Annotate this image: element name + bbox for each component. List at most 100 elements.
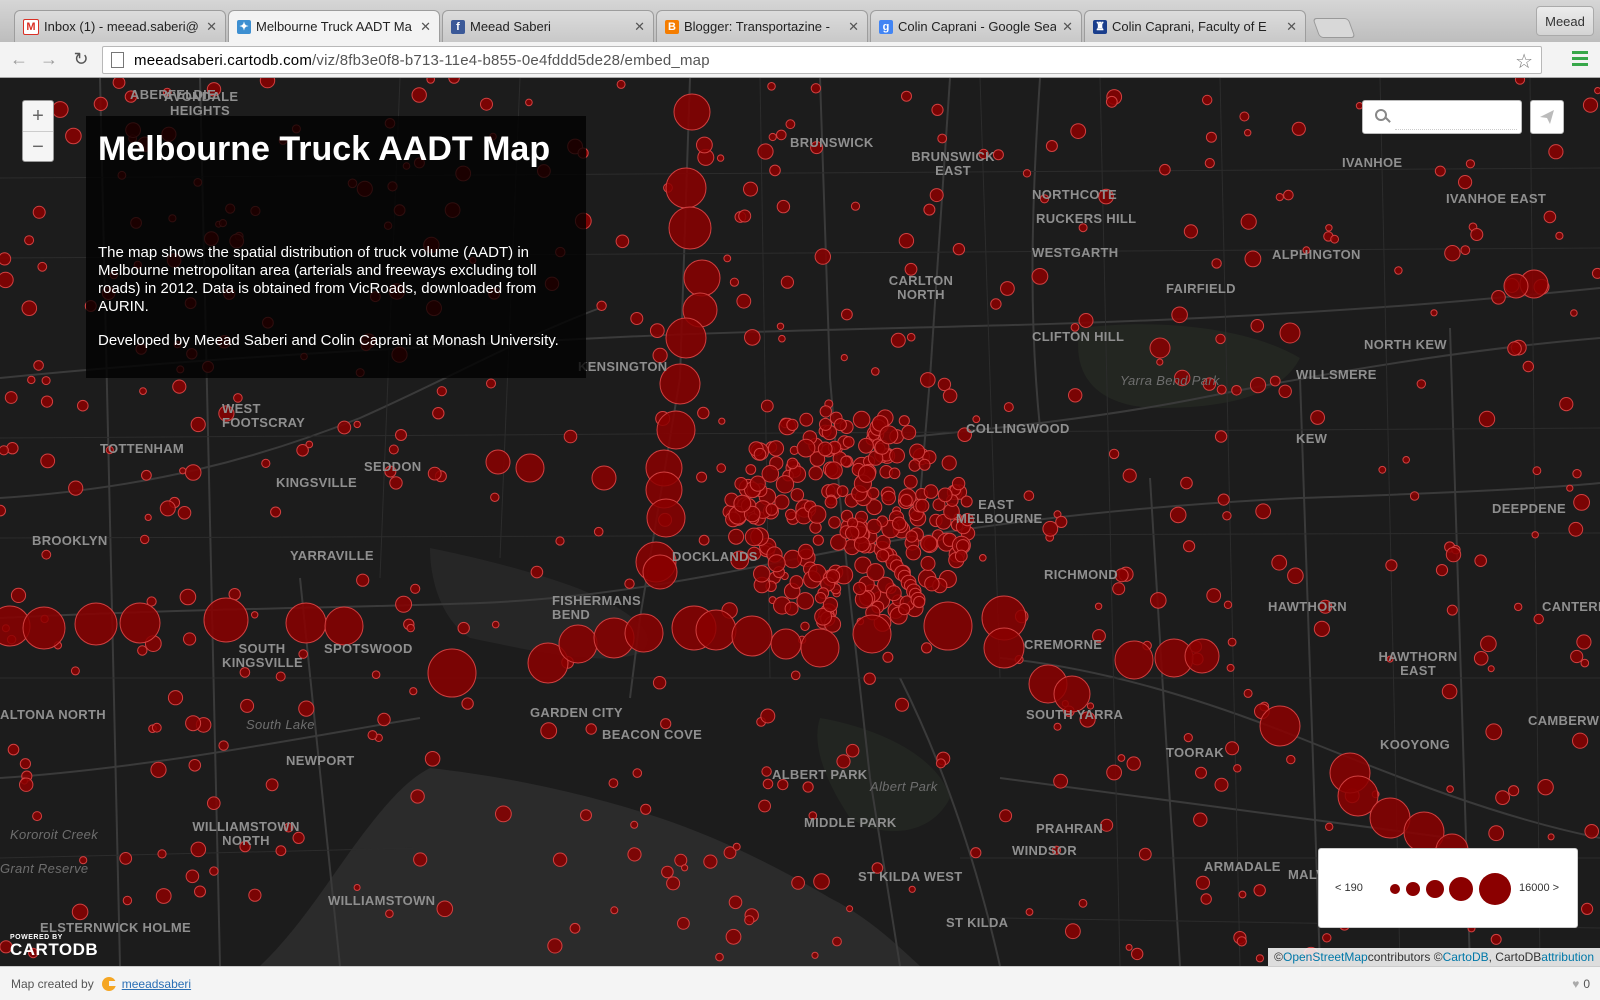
aadt-bubble[interactable] [1434,165,1446,177]
aadt-bubble[interactable] [770,628,802,660]
aadt-bubble[interactable] [920,556,936,571]
aadt-bubble[interactable] [1402,456,1410,464]
aadt-bubble[interactable] [1243,688,1253,698]
aadt-bubble[interactable] [1582,97,1599,113]
aadt-bubble[interactable] [898,415,910,427]
aadt-bubble[interactable] [1225,741,1240,756]
aadt-bubble[interactable] [427,648,477,698]
aadt-bubble[interactable] [909,443,926,460]
zoom-out-button[interactable]: − [23,131,53,162]
aadt-bubble[interactable] [356,573,370,587]
aadt-bubble[interactable] [1244,250,1262,268]
aadt-bubble[interactable] [731,615,773,657]
aadt-bubble[interactable] [285,602,327,644]
aadt-bubble[interactable] [845,743,860,758]
aadt-bubble[interactable] [188,759,202,772]
aadt-bubble[interactable] [785,508,797,521]
aadt-bubble[interactable] [1184,638,1220,674]
aadt-bubble[interactable] [744,329,761,346]
aadt-bubble[interactable] [137,645,148,656]
aadt-bubble[interactable] [1478,410,1496,428]
aadt-bubble[interactable] [624,578,635,589]
aadt-bubble[interactable] [1233,764,1242,773]
aadt-bubble[interactable] [743,181,758,197]
aadt-bubble[interactable] [155,888,172,904]
aadt-bubble[interactable] [814,248,831,265]
aadt-bubble[interactable] [540,722,558,740]
aadt-bubble[interactable] [767,82,776,91]
aadt-bubble[interactable] [797,543,814,560]
aadt-bubble[interactable] [769,164,781,177]
aadt-bubble[interactable] [1183,540,1196,553]
aadt-bubble[interactable] [888,467,901,480]
aadt-bubble[interactable] [767,440,785,457]
aadt-bubble[interactable] [140,534,150,545]
aadt-bubble[interactable] [1042,520,1059,537]
aadt-bubble[interactable] [728,895,743,910]
aadt-bubble[interactable] [723,254,732,263]
aadt-bubble[interactable] [1531,531,1539,539]
aadt-bubble[interactable] [1070,123,1087,139]
aadt-bubble[interactable] [728,528,745,545]
aadt-bubble[interactable] [1112,582,1126,596]
aadt-bubble[interactable] [385,909,394,919]
tab-cartodb[interactable]: ✦ Melbourne Truck AADT Ma ✕ [228,10,440,42]
aadt-bubble[interactable] [920,372,936,388]
aadt-bubble[interactable] [1214,430,1228,443]
aadt-bubble[interactable] [1271,554,1288,571]
aadt-bubble[interactable] [1078,313,1094,328]
aadt-bubble[interactable] [1573,494,1590,511]
aadt-bubble[interactable] [1488,825,1505,842]
aadt-bubble[interactable] [824,495,838,509]
aadt-bubble[interactable] [903,474,918,489]
aadt-bubble[interactable] [150,761,167,778]
aadt-bubble[interactable] [21,300,38,316]
aadt-bubble[interactable] [952,243,966,256]
aadt-bubble[interactable] [1065,923,1081,940]
tab-facebook[interactable]: f Meead Saberi ✕ [442,10,654,42]
aadt-bubble[interactable] [1022,169,1032,178]
aadt-bubble[interactable] [261,458,271,468]
aadt-bubble[interactable] [1068,388,1083,403]
aadt-bubble[interactable] [1253,884,1266,897]
aadt-bubble[interactable] [1244,129,1252,137]
aadt-bubble[interactable] [1394,266,1403,275]
aadt-bubble[interactable] [1105,95,1118,108]
aadt-bubble[interactable] [1474,554,1487,568]
aadt-bubble[interactable] [410,583,421,594]
aadt-bubble[interactable] [1470,228,1484,241]
aadt-bubble[interactable] [41,376,51,386]
aadt-bubble[interactable] [218,740,229,751]
aadt-bubble[interactable] [1416,379,1427,389]
aadt-bubble[interactable] [890,332,906,348]
aadt-bubble[interactable] [935,758,946,769]
aadt-bubble[interactable] [0,271,14,289]
aadt-bubble[interactable] [807,505,827,524]
share-button[interactable] [1530,100,1564,134]
aadt-bubble[interactable] [744,915,755,926]
aadt-bubble[interactable] [547,938,563,954]
aadt-bubble[interactable] [424,751,441,767]
aadt-bubble[interactable] [1441,683,1458,700]
aadt-bubble[interactable] [786,457,799,470]
aadt-bubble[interactable] [1287,567,1304,585]
aadt-bubble[interactable] [954,549,968,563]
aadt-bubble[interactable] [259,78,276,89]
hamburger-menu-icon[interactable] [1572,51,1588,67]
aadt-bubble[interactable] [413,852,428,867]
aadt-bubble[interactable] [908,885,916,893]
aadt-bubble[interactable] [27,375,36,385]
aadt-bubble[interactable] [1460,245,1471,256]
aadt-bubble[interactable] [753,447,767,461]
aadt-bubble[interactable] [871,367,880,376]
aadt-bubble[interactable] [1031,268,1049,285]
aadt-bubble[interactable] [802,781,814,793]
aadt-bubble[interactable] [1250,319,1265,333]
aadt-bubble[interactable] [1126,756,1141,771]
aadt-bubble[interactable] [119,602,161,644]
aadt-bubble[interactable] [65,127,82,145]
aadt-bubble[interactable] [666,876,681,891]
aadt-bubble[interactable] [1255,503,1272,520]
aadt-bubble[interactable] [615,234,630,249]
aadt-bubble[interactable] [1322,933,1332,943]
